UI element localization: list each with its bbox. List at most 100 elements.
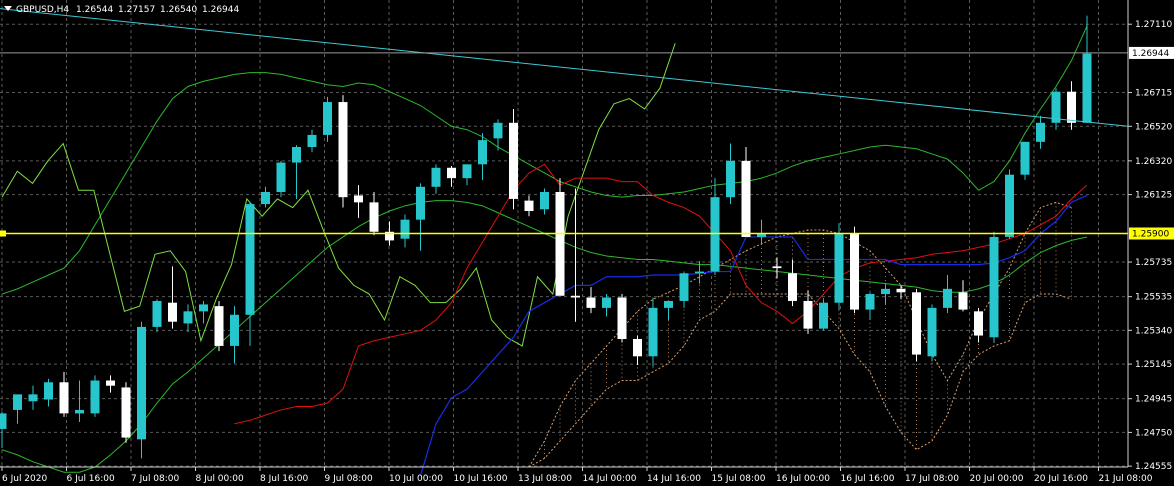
header-low: 1.26540 [160,5,197,15]
price-tick-label: 1.25735 [1135,258,1172,268]
time-tick-label: 14 Jul 00:00 [583,474,637,484]
candle-body [943,288,952,308]
header-symbol: GBPUSD,H4 [16,5,69,15]
candle-body [245,204,255,315]
time-tick-label: 7 Jul 08:00 [131,474,180,484]
candle-body [772,266,782,269]
candle-body [121,387,131,438]
candle-body [788,273,797,301]
time-tick-label: 21 Jul 08:00 [1099,474,1153,484]
time-tick-label: 20 Jul 16:00 [1034,474,1088,484]
candle-body [106,380,115,386]
candle-body [431,167,441,187]
candle-body [59,382,69,414]
candle-body [323,102,332,135]
header-close: 1.26944 [202,5,239,15]
candle[interactable] [276,160,286,198]
hline-anchor-handle[interactable] [0,230,6,237]
candle-body [90,380,100,414]
time-tick-label: 9 Jul 08:00 [325,474,374,484]
candle-body [1067,91,1076,123]
chart-header: GBPUSD,H4 1.26544 1.27157 1.26540 1.2694… [4,5,239,15]
header-open: 1.26544 [76,5,113,15]
candle-body [416,186,425,220]
price-tick-label: 1.24945 [1135,395,1172,405]
candle-body [183,311,193,324]
candle-body [865,294,875,310]
candle-body [1005,174,1014,237]
price-tick-label: 1.26320 [1135,157,1172,167]
candle-body [13,394,22,410]
candle-body [354,195,363,203]
candle-body [741,160,751,237]
candle-body [726,160,735,198]
candle-body [850,233,859,310]
time-tick-label: 6 Jul 16:00 [67,474,116,484]
candle-body [881,288,890,295]
candle[interactable] [912,288,921,362]
candle[interactable] [555,178,565,296]
candle-body [571,295,580,298]
price-chart[interactable]: 1.27110 1.26715 1.26520 1.26320 1.26125 1.257… [0,0,1174,486]
price-tick-label: 1.25535 [1135,293,1172,303]
time-tick-label: 10 Jul 16:00 [454,474,508,484]
candle[interactable] [617,294,627,343]
candle-body [586,297,596,308]
candle-body [400,219,410,239]
candle-body [540,191,549,210]
candle-body [462,164,472,179]
candle-body [664,300,673,308]
price-tick-label: 1.24750 [1135,428,1172,438]
price-tick-label: 1.26125 [1135,191,1172,201]
candle-body [695,271,704,274]
candle[interactable] [927,304,937,362]
candle[interactable] [989,231,999,343]
time-tick-label: 15 Jul 08:00 [712,474,766,484]
candle[interactable] [121,382,131,443]
price-tick-label: 1.26520 [1135,122,1172,132]
time-tick-label: 16 Jul 16:00 [841,474,895,484]
candle-body [230,314,239,346]
header-high: 1.27157 [118,5,155,15]
candle-body [137,326,146,440]
time-tick-label: 8 Jul 00:00 [196,474,245,484]
hline-price-label: 1.25900 [1132,230,1169,240]
candle-body [75,409,84,414]
candle-body [896,288,906,293]
time-tick-label: 20 Jul 00:00 [970,474,1024,484]
candle-body [199,304,208,312]
candle-body [369,202,379,232]
candle-body [28,394,38,402]
candle[interactable] [214,300,224,352]
candle-body [958,292,968,310]
candle-body [834,233,844,303]
candle[interactable] [137,321,146,459]
candle-body [555,191,565,296]
time-tick-label: 6 Jul 2020 [2,474,47,484]
candle[interactable] [819,299,828,331]
candle[interactable] [834,223,844,310]
candle-body [1082,53,1092,123]
candle-body [168,302,177,322]
candle[interactable] [850,226,859,314]
candle[interactable] [648,297,658,367]
candle-body [493,122,503,139]
candle-body [927,307,937,357]
candle-body [0,413,7,429]
candle[interactable] [1020,141,1030,180]
candle-body [1020,141,1030,175]
time-tick-label: 16 Jul 00:00 [776,474,830,484]
candle-body [152,300,162,327]
candle-body [1036,122,1045,142]
candle[interactable] [1005,169,1014,239]
candle[interactable] [509,108,518,210]
candle-body [679,273,689,301]
time-tick-label: 13 Jul 08:00 [518,474,572,484]
candle-body [44,382,53,400]
candle[interactable] [90,375,100,417]
candle[interactable] [338,95,348,208]
candle-body [633,339,642,357]
candle-body [803,300,813,329]
time-tick-label: 17 Jul 08:00 [905,474,959,484]
candle-body [648,307,658,357]
